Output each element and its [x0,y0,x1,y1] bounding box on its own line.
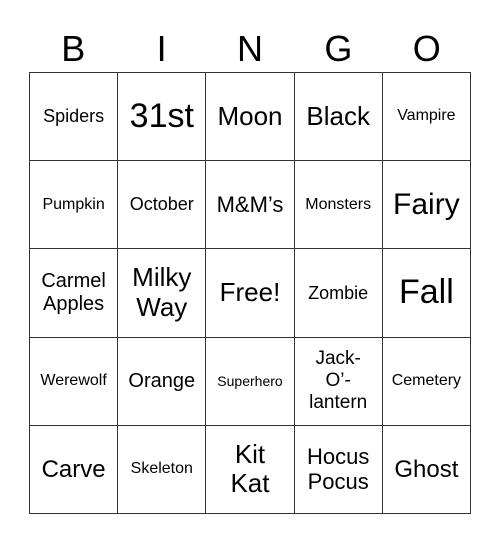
bingo-cell[interactable]: Monsters [294,161,383,250]
bingo-cell[interactable]: Orange [118,337,207,426]
bingo-cell[interactable]: M&M’s [206,161,295,250]
header-letter-o: O [412,28,441,69]
bingo-cell[interactable]: Superhero [206,337,295,426]
bingo-cell[interactable]: Vampire [382,73,471,162]
bingo-cell[interactable]: Fairy [382,161,471,250]
header-letter-i: I [156,28,167,69]
bingo-card-grid: Spiders 31st Moon Black Vampire Pumpkin … [29,72,471,514]
bingo-cell[interactable]: Ghost [382,425,471,514]
bingo-header: B I N G O [29,26,471,72]
header-letter-n: N [236,28,263,69]
bingo-cell-free-space[interactable]: Free! [206,249,295,338]
bingo-cell[interactable]: Skeleton [118,425,207,514]
bingo-cell[interactable]: Carmel Apples [30,249,119,338]
bingo-cell[interactable]: Black [294,73,383,162]
bingo-cell[interactable]: Jack-O’-lantern [294,337,383,426]
bingo-cell[interactable]: Kit Kat [206,425,295,514]
header-letter-g: G [324,28,353,69]
bingo-cell[interactable]: Milky Way [118,249,207,338]
header-letter-b: B [61,28,86,69]
bingo-cell[interactable]: 31st [118,73,207,162]
bingo-cell[interactable]: Pumpkin [30,161,119,250]
bingo-cell[interactable]: October [118,161,207,250]
bingo-cell[interactable]: Carve [30,425,119,514]
bingo-cell[interactable]: Moon [206,73,295,162]
bingo-cell[interactable]: Hocus Pocus [294,425,383,514]
bingo-cell[interactable]: Zombie [294,249,383,338]
bingo-cell[interactable]: Cemetery [382,337,471,426]
bingo-cell[interactable]: Fall [382,249,471,338]
bingo-cell[interactable]: Werewolf [30,337,119,426]
bingo-cell[interactable]: Spiders [30,73,119,162]
